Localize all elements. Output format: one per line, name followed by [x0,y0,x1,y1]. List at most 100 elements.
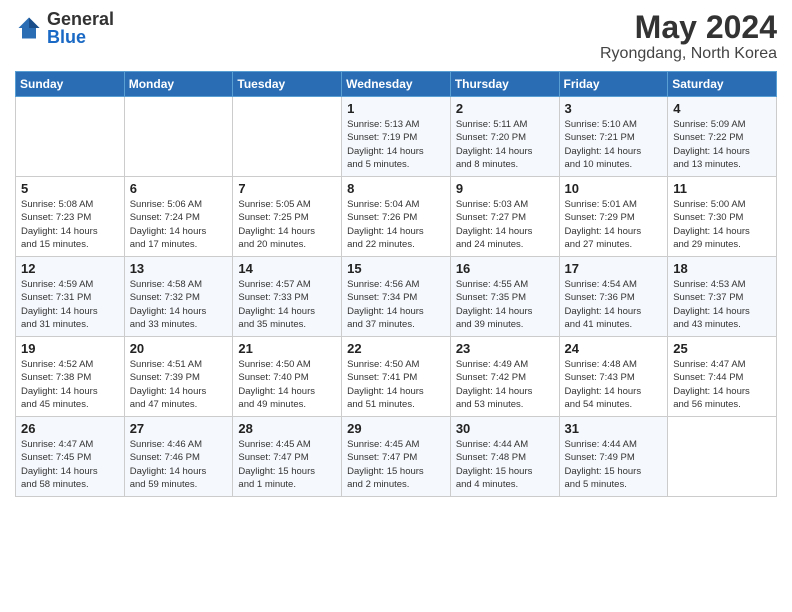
day-cell: 16 Sunrise: 4:55 AMSunset: 7:35 PMDayligh… [450,257,559,337]
day-number: 22 [347,341,445,356]
day-number: 18 [673,261,771,276]
day-cell: 11Sunrise: 5:00 AMSunset: 7:30 PMDayligh… [668,177,777,257]
day-number: 10 [565,181,663,196]
day-cell: 27 Sunrise: 4:46 AMSunset: 7:46 PMDayligh… [124,417,233,497]
week-row-4: 19Sunrise: 4:52 AMSunset: 7:38 PMDayligh… [16,337,777,417]
logo-icon [15,14,43,42]
day-number: 15 [347,261,445,276]
day-info: Sunrise: 4:45 AMSunset: 7:47 PMDaylight:… [347,438,445,491]
location: Ryongdang, North Korea [600,45,777,63]
day-info: Sunrise: 4:48 AMSunset: 7:43 PMDaylight:… [565,358,663,411]
day-number: 13 [130,261,228,276]
day-number: 31 [565,421,663,436]
day-cell: 9Sunrise: 5:03 AMSunset: 7:27 PMDaylight… [450,177,559,257]
day-cell: 14 Sunrise: 4:57 AMSunset: 7:33 PMDayligh… [233,257,342,337]
header-row: SundayMondayTuesdayWednesdayThursdayFrid… [16,72,777,97]
day-cell: 3 Sunrise: 5:10 AMSunset: 7:21 PMDaylight… [559,97,668,177]
day-cell: 15Sunrise: 4:56 AMSunset: 7:34 PMDayligh… [342,257,451,337]
day-number: 29 [347,421,445,436]
day-cell: 19Sunrise: 4:52 AMSunset: 7:38 PMDayligh… [16,337,125,417]
day-cell: 13 Sunrise: 4:58 AMSunset: 7:32 PMDayligh… [124,257,233,337]
day-number: 3 [565,101,663,116]
day-cell: 17 Sunrise: 4:54 AMSunset: 7:36 PMDayligh… [559,257,668,337]
day-cell: 5 Sunrise: 5:08 AMSunset: 7:23 PMDaylight… [16,177,125,257]
day-number: 8 [347,181,445,196]
day-cell: 21 Sunrise: 4:50 AMSunset: 7:40 PMDayligh… [233,337,342,417]
day-info: Sunrise: 4:55 AMSunset: 7:35 PMDaylight:… [456,278,554,331]
day-cell: 12Sunrise: 4:59 AMSunset: 7:31 PMDayligh… [16,257,125,337]
day-cell: 18Sunrise: 4:53 AMSunset: 7:37 PMDayligh… [668,257,777,337]
day-cell: 4 Sunrise: 5:09 AMSunset: 7:22 PMDaylight… [668,97,777,177]
day-number: 4 [673,101,771,116]
day-cell: 26Sunrise: 4:47 AMSunset: 7:45 PMDayligh… [16,417,125,497]
week-row-2: 5 Sunrise: 5:08 AMSunset: 7:23 PMDaylight… [16,177,777,257]
day-info: Sunrise: 4:47 AMSunset: 7:45 PMDaylight:… [21,438,119,491]
day-cell: 8 Sunrise: 5:04 AMSunset: 7:26 PMDaylight… [342,177,451,257]
col-header-saturday: Saturday [668,72,777,97]
day-number: 12 [21,261,119,276]
week-row-1: 1Sunrise: 5:13 AMSunset: 7:19 PMDaylight… [16,97,777,177]
day-info: Sunrise: 5:05 AMSunset: 7:25 PMDaylight:… [238,198,336,251]
day-number: 24 [565,341,663,356]
day-info: Sunrise: 5:08 AMSunset: 7:23 PMDaylight:… [21,198,119,251]
logo: General Blue [15,10,114,46]
header: General Blue May 2024 Ryongdang, North K… [15,10,777,63]
day-number: 1 [347,101,445,116]
col-header-tuesday: Tuesday [233,72,342,97]
day-cell: 25Sunrise: 4:47 AMSunset: 7:44 PMDayligh… [668,337,777,417]
day-cell: 6Sunrise: 5:06 AMSunset: 7:24 PMDaylight… [124,177,233,257]
day-number: 17 [565,261,663,276]
day-number: 16 [456,261,554,276]
day-cell: 10Sunrise: 5:01 AMSunset: 7:29 PMDayligh… [559,177,668,257]
day-cell [233,97,342,177]
week-row-3: 12Sunrise: 4:59 AMSunset: 7:31 PMDayligh… [16,257,777,337]
day-number: 27 [130,421,228,436]
day-number: 5 [21,181,119,196]
logo-general: General [47,9,114,29]
day-info: Sunrise: 4:50 AMSunset: 7:40 PMDaylight:… [238,358,336,411]
week-row-5: 26Sunrise: 4:47 AMSunset: 7:45 PMDayligh… [16,417,777,497]
day-info: Sunrise: 4:57 AMSunset: 7:33 PMDaylight:… [238,278,336,331]
day-number: 28 [238,421,336,436]
day-number: 2 [456,101,554,116]
day-info: Sunrise: 5:10 AMSunset: 7:21 PMDaylight:… [565,118,663,171]
day-info: Sunrise: 4:44 AMSunset: 7:48 PMDaylight:… [456,438,554,491]
day-info: Sunrise: 4:49 AMSunset: 7:42 PMDaylight:… [456,358,554,411]
day-cell: 29 Sunrise: 4:45 AMSunset: 7:47 PMDayligh… [342,417,451,497]
day-cell [16,97,125,177]
day-info: Sunrise: 4:47 AMSunset: 7:44 PMDaylight:… [673,358,771,411]
day-info: Sunrise: 5:09 AMSunset: 7:22 PMDaylight:… [673,118,771,171]
month-title: May 2024 [600,10,777,45]
day-number: 21 [238,341,336,356]
day-info: Sunrise: 4:51 AMSunset: 7:39 PMDaylight:… [130,358,228,411]
day-cell: 22Sunrise: 4:50 AMSunset: 7:41 PMDayligh… [342,337,451,417]
day-number: 14 [238,261,336,276]
col-header-thursday: Thursday [450,72,559,97]
day-number: 9 [456,181,554,196]
day-number: 23 [456,341,554,356]
day-number: 19 [21,341,119,356]
title-block: May 2024 Ryongdang, North Korea [600,10,777,63]
day-cell: 31Sunrise: 4:44 AMSunset: 7:49 PMDayligh… [559,417,668,497]
day-info: Sunrise: 5:04 AMSunset: 7:26 PMDaylight:… [347,198,445,251]
day-cell: 2 Sunrise: 5:11 AMSunset: 7:20 PMDaylight… [450,97,559,177]
day-cell: 1Sunrise: 5:13 AMSunset: 7:19 PMDaylight… [342,97,451,177]
day-info: Sunrise: 4:46 AMSunset: 7:46 PMDaylight:… [130,438,228,491]
day-number: 6 [130,181,228,196]
calendar-table: SundayMondayTuesdayWednesdayThursdayFrid… [15,71,777,497]
day-cell: 24 Sunrise: 4:48 AMSunset: 7:43 PMDayligh… [559,337,668,417]
day-cell: 7 Sunrise: 5:05 AMSunset: 7:25 PMDaylight… [233,177,342,257]
day-info: Sunrise: 4:58 AMSunset: 7:32 PMDaylight:… [130,278,228,331]
day-number: 7 [238,181,336,196]
day-number: 30 [456,421,554,436]
calendar-page: General Blue May 2024 Ryongdang, North K… [0,0,792,612]
day-info: Sunrise: 4:54 AMSunset: 7:36 PMDaylight:… [565,278,663,331]
col-header-friday: Friday [559,72,668,97]
day-number: 11 [673,181,771,196]
day-info: Sunrise: 5:11 AMSunset: 7:20 PMDaylight:… [456,118,554,171]
col-header-wednesday: Wednesday [342,72,451,97]
day-cell: 23 Sunrise: 4:49 AMSunset: 7:42 PMDayligh… [450,337,559,417]
day-cell [668,417,777,497]
day-info: Sunrise: 4:45 AMSunset: 7:47 PMDaylight:… [238,438,336,491]
logo-text-block: General Blue [47,10,114,46]
